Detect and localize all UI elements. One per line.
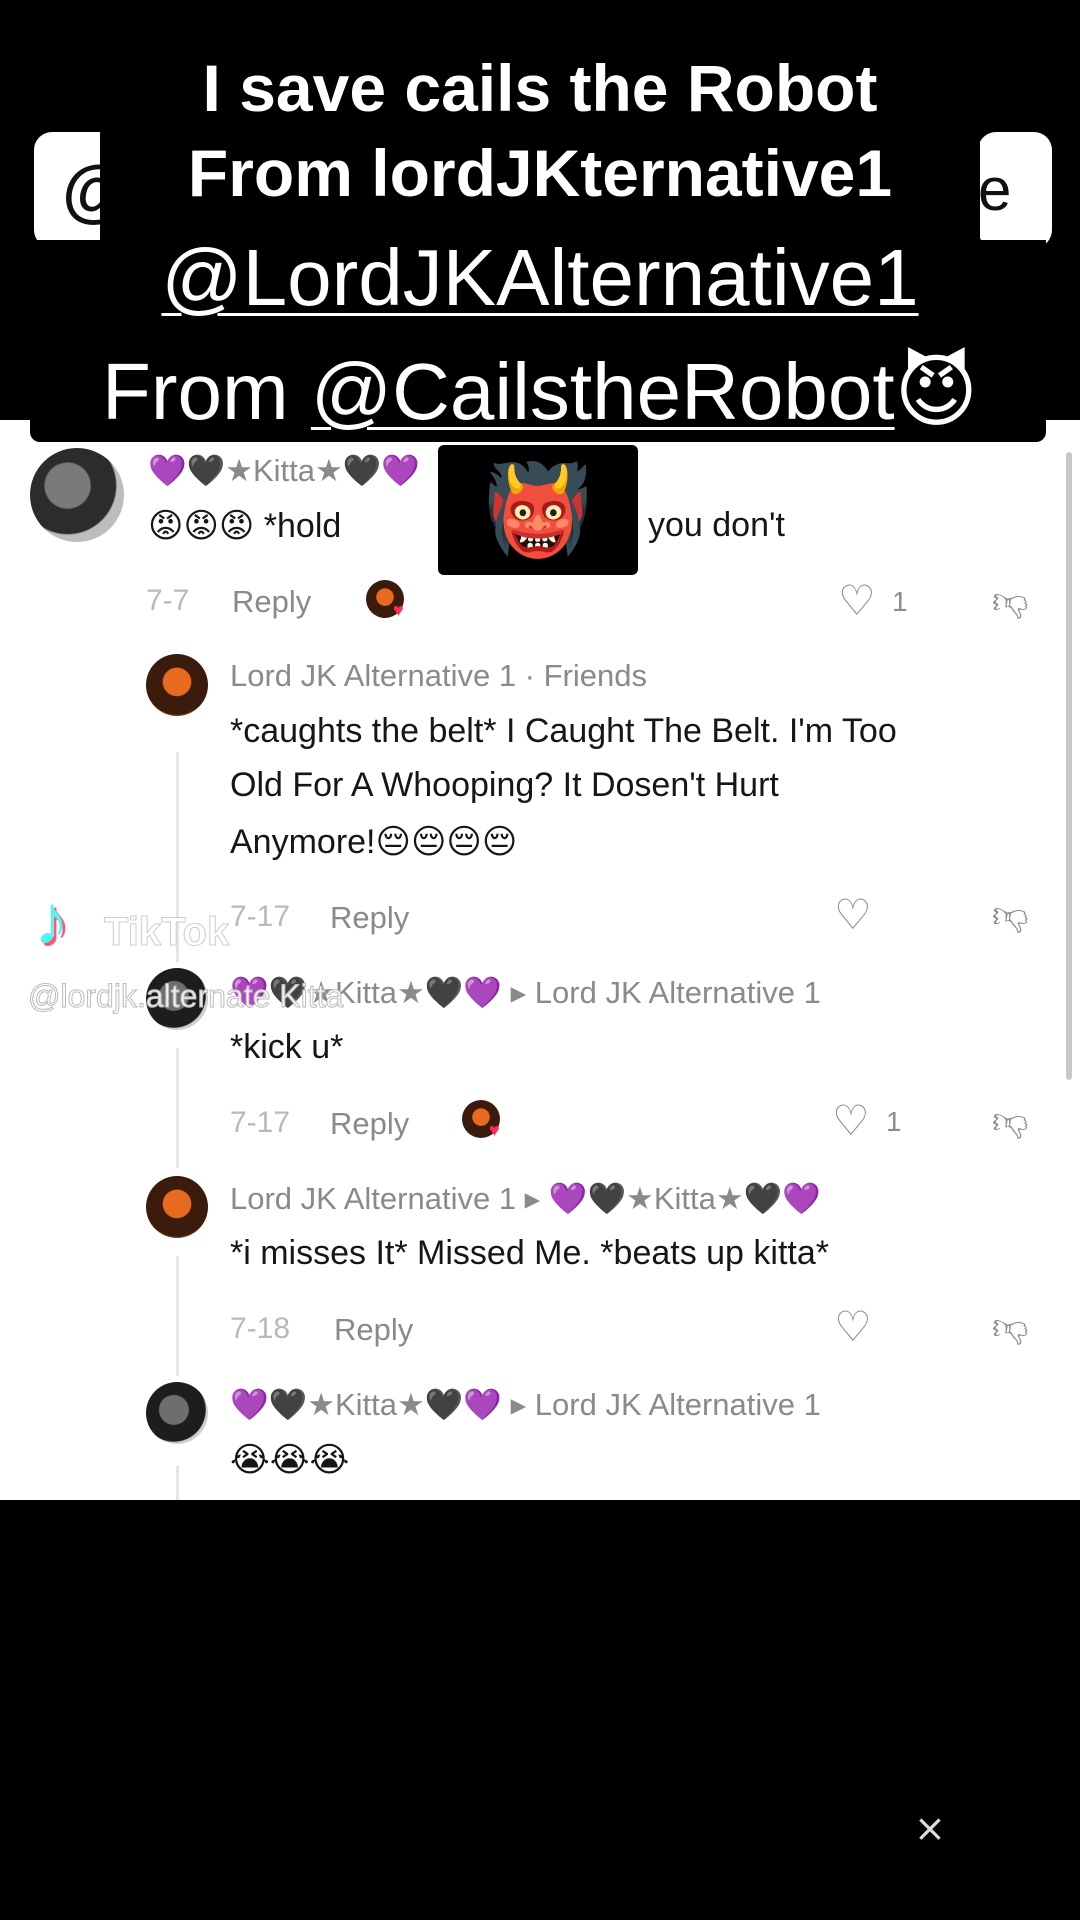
- comment-text-line-2: Old For A Whooping? It Dosen't Hurt: [230, 766, 779, 804]
- thread-line: [176, 1256, 179, 1376]
- comment-author[interactable]: 💜🖤★Kitta★🖤💜 ▸ Lord JK Alternative 1: [230, 1386, 821, 1423]
- comment-text: *kick u*: [230, 1028, 344, 1066]
- comment-text-end: you don't: [648, 506, 785, 544]
- avatar-kitta[interactable]: [146, 1382, 208, 1444]
- thumbs-down-icon[interactable]: 👎︎: [992, 580, 1029, 622]
- thread-line: [176, 1466, 179, 1500]
- thumbs-down-icon[interactable]: 👎︎: [992, 894, 1029, 936]
- tiktok-logo-icon: ♪: [34, 881, 69, 959]
- heart-outline-icon[interactable]: ♡: [838, 580, 876, 622]
- comment-date: 7-18: [230, 1312, 291, 1345]
- comment-text: *i misses It* Missed Me. *beats up kitta…: [230, 1234, 830, 1272]
- capcut-icon: ⨯: [914, 1808, 946, 1850]
- comment-author[interactable]: 💜🖤★Kitta★🖤💜: [148, 452, 420, 489]
- thumbs-down-icon[interactable]: 👎︎: [992, 1100, 1029, 1142]
- comment-date: 7-7: [146, 584, 190, 617]
- heart-outline-icon[interactable]: ♡: [832, 1100, 870, 1142]
- reply-button[interactable]: Reply: [232, 584, 311, 620]
- caption-line-4: From @CailstheRobot😈: [0, 345, 1080, 438]
- reply-button[interactable]: Reply: [334, 1312, 413, 1348]
- comments-panel: [0, 420, 1080, 1500]
- like-count: 1: [886, 1106, 902, 1137]
- avatar-lord-jk[interactable]: [146, 1176, 208, 1238]
- heart-outline-icon[interactable]: ♡: [834, 1306, 872, 1348]
- oni-icon: 👹: [483, 460, 593, 559]
- creator-liked-heart-icon: ♥: [489, 1120, 500, 1140]
- comment-author[interactable]: Lord JK Alternative 1 · Friends: [230, 658, 647, 694]
- reply-button[interactable]: Reply: [330, 1106, 409, 1142]
- comment-date: 7-17: [230, 1106, 291, 1139]
- comment-date: 7-17: [230, 900, 291, 933]
- comment-text-line-3: Anymore!😔😔😔😔: [230, 823, 518, 861]
- devil-emoji-icon: 😈: [894, 347, 978, 436]
- tiktok-watermark-brand: TikTok: [103, 910, 230, 955]
- caption-line-3: @LordJKAlternative1: [0, 232, 1080, 324]
- comment-text-line-1: *caughts the belt* I Caught The Belt. I'…: [230, 712, 897, 750]
- scrollbar[interactable]: [1066, 452, 1072, 1080]
- comment-text: 😭😭😭: [230, 1441, 350, 1479]
- like-count: 1: [892, 586, 908, 617]
- thread-line: [176, 1048, 179, 1168]
- caption-from-text: From: [102, 347, 311, 436]
- oni-sticker: 👹: [438, 445, 638, 575]
- caption-line-1: I save cails the Robot: [202, 51, 878, 125]
- heart-outline-icon[interactable]: ♡: [834, 894, 872, 936]
- comment-author[interactable]: Lord JK Alternative 1 ▸ 💜🖤★Kitta★🖤💜: [230, 1180, 821, 1217]
- reply-button[interactable]: Reply: [330, 900, 409, 936]
- creator-liked-heart-icon: ♥: [393, 600, 404, 620]
- avatar-lord-jk[interactable]: [146, 654, 208, 716]
- comment-text-start: 😡😡😡 *hold: [148, 507, 342, 545]
- caption-mention-lordjk[interactable]: @LordJKAlternative1: [161, 233, 918, 322]
- thumbs-down-icon[interactable]: 👎︎: [992, 1306, 1029, 1348]
- tiktok-watermark-handle: @lordjk.alternate Kitta: [27, 978, 344, 1015]
- caption-line-2: From lordJKternative1: [187, 136, 893, 210]
- caption-mention-cails[interactable]: @CailstheRobot: [311, 347, 895, 436]
- avatar-kitta[interactable]: [30, 448, 124, 542]
